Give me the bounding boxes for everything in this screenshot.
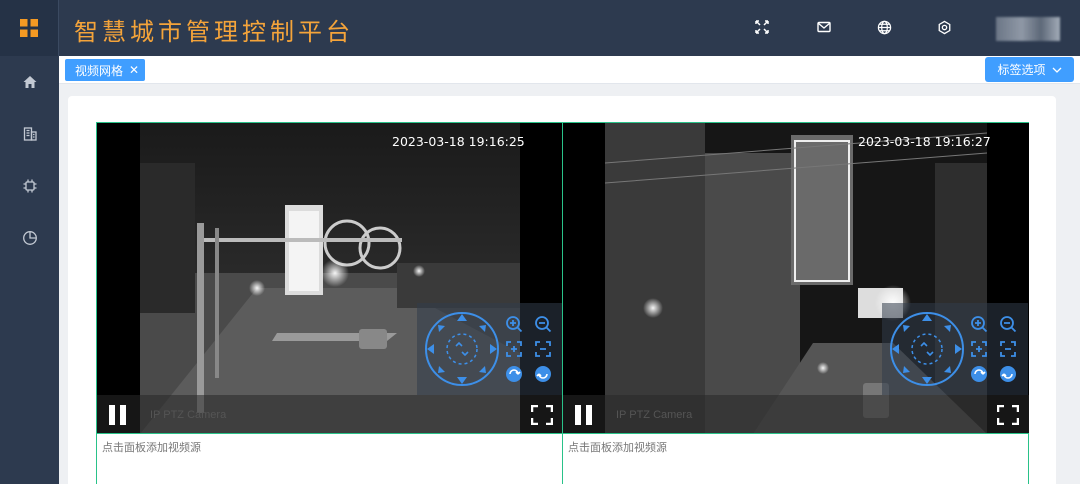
top-header: 智慧城市管理控制平台 <box>0 0 1080 56</box>
video-timestamp: 2023-03-18 19:16:25 <box>392 134 525 149</box>
focus-near-icon[interactable] <box>970 340 988 358</box>
camera-name: IP PTZ Camera <box>616 409 693 421</box>
chevron-down-icon <box>1052 67 1061 73</box>
zoom-out-icon[interactable] <box>534 315 552 333</box>
settings-icon[interactable] <box>935 18 953 36</box>
iris-close-icon[interactable] <box>999 365 1017 383</box>
mail-icon[interactable] <box>815 18 833 36</box>
ptz-control-panel <box>882 303 1028 395</box>
pie-chart-icon <box>22 231 37 245</box>
focus-far-icon[interactable] <box>534 340 552 358</box>
globe-icon[interactable] <box>875 18 893 36</box>
close-icon[interactable]: ✕ <box>129 63 139 77</box>
app-menu-button[interactable] <box>0 0 59 56</box>
iris-close-icon[interactable] <box>534 365 552 383</box>
video-control-bar: IP PTZ Camera <box>563 395 1029 433</box>
tab-label: 视频网格 <box>75 63 124 78</box>
tag-options-button[interactable]: 标签选项 <box>985 57 1074 82</box>
zoom-out-icon[interactable] <box>999 315 1017 333</box>
video-stream[interactable]: 2023-03-18 19:16:27 IP PTZ Camera <box>563 123 1029 434</box>
zoom-in-icon[interactable] <box>970 315 988 333</box>
video-grid: 2023-03-18 19:16:25 IP PTZ Camera 点击面板添加… <box>96 122 1029 484</box>
user-avatar[interactable] <box>996 17 1060 41</box>
video-panel[interactable]: 2023-03-18 19:16:25 IP PTZ Camera 点击面板添加… <box>97 123 563 484</box>
ptz-direction-pad[interactable] <box>423 310 501 388</box>
fullscreen-icon[interactable] <box>531 405 553 425</box>
pause-button[interactable] <box>109 405 127 425</box>
camera-name: IP PTZ Camera <box>150 409 227 421</box>
video-timestamp: 2023-03-18 19:16:27 <box>858 134 991 149</box>
fullscreen-icon[interactable] <box>753 18 771 36</box>
video-panel[interactable]: 2023-03-18 19:16:27 IP PTZ Camera 点击面板添加… <box>563 123 1029 484</box>
add-source-hint[interactable]: 点击面板添加视频源 <box>102 439 201 455</box>
sidebar <box>0 56 59 484</box>
focus-near-icon[interactable] <box>505 340 523 358</box>
fullscreen-icon[interactable] <box>997 405 1019 425</box>
home-icon <box>23 76 36 88</box>
app-title: 智慧城市管理控制平台 <box>74 18 354 46</box>
tab-bar: 视频网格 ✕ 标签选项 <box>59 56 1080 84</box>
sidebar-item-building[interactable] <box>0 108 59 160</box>
iris-open-icon[interactable] <box>970 365 988 383</box>
add-source-hint[interactable]: 点击面板添加视频源 <box>568 439 667 455</box>
building-icon <box>23 127 37 141</box>
tag-options-label: 标签选项 <box>997 63 1046 77</box>
zoom-in-icon[interactable] <box>505 315 523 333</box>
tab-video-grid[interactable]: 视频网格 ✕ <box>65 59 146 81</box>
video-stream[interactable]: 2023-03-18 19:16:25 IP PTZ Camera <box>97 123 562 434</box>
sidebar-item-home[interactable] <box>0 56 59 108</box>
chip-icon <box>23 179 36 193</box>
pause-button[interactable] <box>575 405 593 425</box>
sidebar-item-stats[interactable] <box>0 212 59 264</box>
ptz-direction-pad[interactable] <box>888 310 966 388</box>
iris-open-icon[interactable] <box>505 365 523 383</box>
ptz-control-panel <box>417 303 562 395</box>
sidebar-item-device[interactable] <box>0 160 59 212</box>
video-control-bar: IP PTZ Camera <box>97 395 562 433</box>
focus-far-icon[interactable] <box>999 340 1017 358</box>
grid-menu-icon <box>20 19 38 37</box>
